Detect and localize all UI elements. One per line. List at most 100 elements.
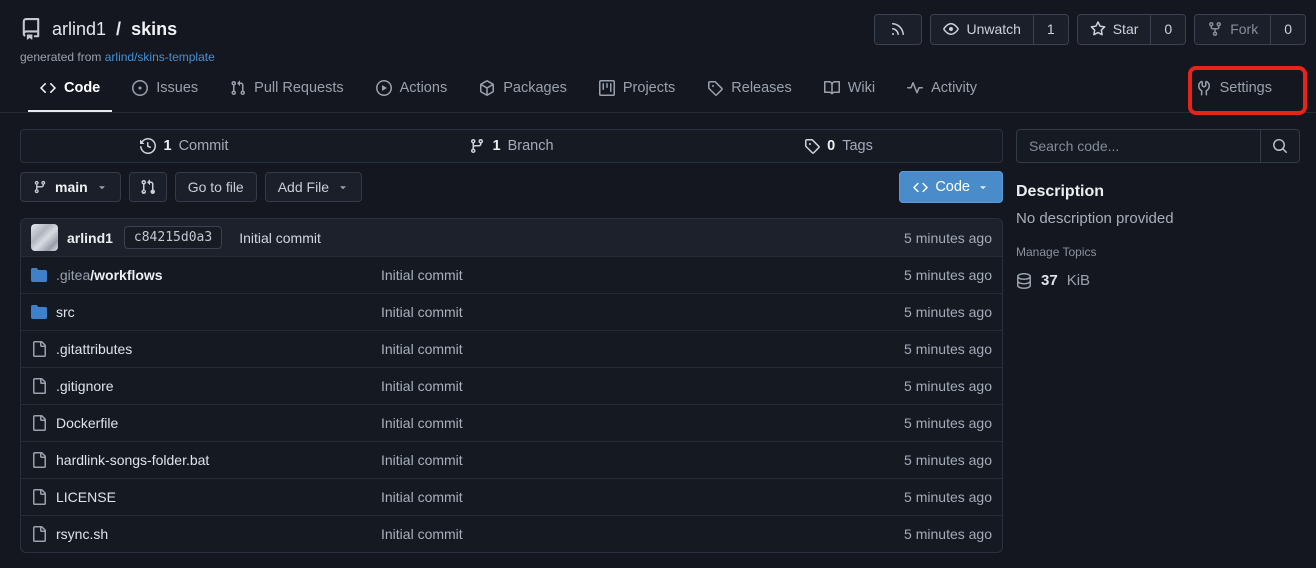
- table-row: DockerfileInitial commit5 minutes ago: [21, 404, 1002, 441]
- file-time: 5 minutes ago: [852, 452, 992, 468]
- add-file-dropdown[interactable]: Add File: [265, 172, 362, 202]
- pull-request-icon: [230, 80, 246, 96]
- tab-code[interactable]: Code: [28, 74, 112, 112]
- star-button[interactable]: Star: [1078, 15, 1151, 44]
- commit-message-link[interactable]: Initial commit: [381, 415, 463, 431]
- file-icon: [31, 489, 47, 505]
- tools-icon: [1196, 80, 1212, 96]
- repo-title: arlind1 / skins: [20, 18, 177, 40]
- tab-pull-requests[interactable]: Pull Requests: [218, 74, 355, 112]
- file-table: arlind1 c84215d0a3 Initial commit 5 minu…: [20, 218, 1003, 553]
- repo-owner-link[interactable]: arlind1: [52, 19, 106, 40]
- code-download-button[interactable]: Code: [899, 171, 1003, 203]
- branches-stat[interactable]: 1Branch: [348, 138, 675, 154]
- file-time: 5 minutes ago: [852, 341, 992, 357]
- fork-count[interactable]: 0: [1270, 15, 1305, 44]
- search-input[interactable]: [1017, 130, 1260, 162]
- template-link[interactable]: arlind/skins-template: [105, 50, 215, 64]
- watch-button-group: Unwatch 1: [930, 14, 1068, 45]
- commit-author-link[interactable]: arlind1: [67, 230, 113, 246]
- avatar[interactable]: [31, 224, 58, 251]
- commit-hash-link[interactable]: c84215d0a3: [124, 226, 222, 249]
- manage-topics-link[interactable]: Manage Topics: [1016, 245, 1097, 259]
- generated-from: generated from arlind/skins-template: [20, 50, 1306, 64]
- repo-size-unit: KiB: [1067, 272, 1090, 289]
- tab-settings[interactable]: Settings: [1184, 74, 1284, 112]
- tab-packages[interactable]: Packages: [467, 74, 579, 112]
- file-link[interactable]: .gitattributes: [56, 341, 132, 357]
- commit-message-link[interactable]: Initial commit: [381, 452, 463, 468]
- tab-wiki[interactable]: Wiki: [812, 74, 887, 112]
- file-icon: [31, 452, 47, 468]
- repo-header: arlind1 / skins Unwatch 1: [0, 0, 1316, 113]
- commit-message-link[interactable]: Initial commit: [381, 267, 463, 283]
- repo-stats-bar: 1Commit 1Branch 0Tags: [20, 129, 1003, 163]
- repo-sidebar: Description No description provided Mana…: [1016, 129, 1300, 289]
- file-link[interactable]: hardlink-songs-folder.bat: [56, 452, 209, 468]
- tab-actions[interactable]: Actions: [364, 74, 460, 112]
- rss-button[interactable]: [874, 14, 922, 45]
- table-row: hardlink-songs-folder.bat Initial commit 5…: [21, 441, 1002, 478]
- watch-count[interactable]: 1: [1033, 15, 1068, 44]
- branch-icon: [33, 180, 47, 194]
- file-time: 5 minutes ago: [852, 378, 992, 394]
- issue-icon: [132, 80, 148, 96]
- go-to-file-button[interactable]: Go to file: [175, 172, 257, 202]
- file-link[interactable]: src: [56, 304, 75, 320]
- file-link[interactable]: .gitignore: [56, 378, 114, 394]
- repo-main-column: 1Commit 1Branch 0Tags main: [20, 129, 1003, 553]
- code-icon: [913, 180, 928, 195]
- repo-size-value: 37: [1041, 272, 1058, 289]
- table-row: .gitea/workflowsInitial commit5 minutes …: [21, 256, 1002, 293]
- repo-name-link[interactable]: skins: [131, 19, 177, 40]
- fork-icon: [1207, 21, 1223, 37]
- compare-button[interactable]: [129, 172, 167, 202]
- repo-separator: /: [116, 19, 121, 40]
- tab-projects[interactable]: Projects: [587, 74, 687, 112]
- tag-icon: [707, 80, 723, 96]
- tag-icon: [804, 138, 820, 154]
- table-row: .gitignore Initial commit 5 minutes ago: [21, 367, 1002, 404]
- play-circle-icon: [376, 80, 392, 96]
- commits-stat[interactable]: 1Commit: [21, 138, 348, 154]
- latest-commit-row: arlind1 c84215d0a3 Initial commit 5 minu…: [21, 219, 1002, 256]
- gitea-repo-page: arlind1 / skins Unwatch 1: [0, 0, 1316, 568]
- code-search-box: [1016, 129, 1300, 163]
- repo-size: 37 KiB: [1016, 272, 1300, 289]
- git-compare-icon: [140, 179, 156, 195]
- commit-time: 5 minutes ago: [904, 230, 992, 246]
- pulse-icon: [907, 80, 923, 96]
- file-link[interactable]: LICENSE: [56, 489, 116, 505]
- file-time: 5 minutes ago: [852, 526, 992, 542]
- table-row: .gitattributes Initial commit 5 minutes ag…: [21, 330, 1002, 367]
- branch-icon: [469, 138, 485, 154]
- commit-message-link[interactable]: Initial commit: [381, 341, 463, 357]
- fork-button[interactable]: Fork: [1195, 15, 1270, 44]
- file-time: 5 minutes ago: [852, 304, 992, 320]
- tags-stat[interactable]: 0Tags: [675, 138, 1002, 154]
- commit-message-link[interactable]: Initial commit: [381, 304, 463, 320]
- database-icon: [1016, 273, 1032, 289]
- chevron-down-icon: [337, 181, 349, 193]
- code-icon: [40, 80, 56, 96]
- file-link[interactable]: rsync.sh: [56, 526, 108, 542]
- file-rows: .gitea/workflows Initial commit 5 minutes …: [21, 256, 1002, 552]
- tab-activity[interactable]: Activity: [895, 74, 989, 112]
- search-button[interactable]: [1260, 130, 1299, 162]
- unwatch-button[interactable]: Unwatch: [931, 15, 1032, 44]
- star-count[interactable]: 0: [1150, 15, 1185, 44]
- commit-message-link[interactable]: Initial commit: [239, 230, 321, 246]
- file-link[interactable]: Dockerfile: [56, 415, 118, 431]
- commit-message-link[interactable]: Initial commit: [381, 489, 463, 505]
- tab-releases[interactable]: Releases: [695, 74, 803, 112]
- tab-issues[interactable]: Issues: [120, 74, 210, 112]
- commit-message-link[interactable]: Initial commit: [381, 526, 463, 542]
- book-icon: [824, 80, 840, 96]
- branch-selector[interactable]: main: [20, 172, 121, 202]
- commit-message-link[interactable]: Initial commit: [381, 378, 463, 394]
- description-text: No description provided: [1016, 210, 1300, 227]
- file-link[interactable]: .gitea/workflows: [56, 267, 163, 283]
- description-title: Description: [1016, 183, 1300, 201]
- table-row: src Initial commit 5 minutes ago: [21, 293, 1002, 330]
- table-row: LICENSEInitial commit5 minutes ago: [21, 478, 1002, 515]
